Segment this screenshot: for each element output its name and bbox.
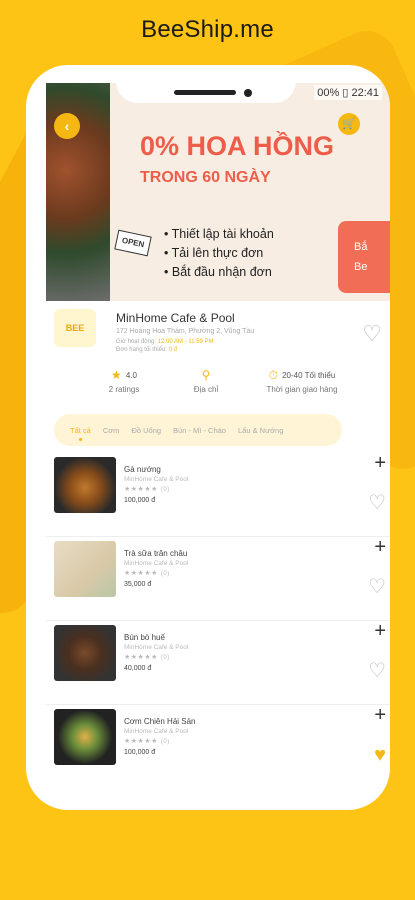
battery-icon: ▯ — [342, 87, 349, 99]
open-sign: OPEN — [114, 229, 152, 257]
stars: ★★★★★ — [124, 738, 158, 745]
dish-shop: MinHome Cafe & Pool — [124, 728, 189, 735]
brand-title: BeeShip.me — [141, 16, 274, 43]
menu-item[interactable]: Bún bò huế MinHome Cafe & Pool ★★★★★ (0) … — [46, 621, 390, 705]
dish-shop: MinHome Cafe & Pool — [124, 476, 189, 483]
dish-name: Cơm Chiên Hải Sản — [124, 717, 196, 726]
timer-icon: ⏱ — [268, 368, 279, 382]
shop-info: BEE MinHome Cafe & Pool 172 Hoàng Hoa Th… — [46, 301, 390, 353]
banner-cta-button[interactable]: Bắ Be — [338, 221, 390, 293]
shop-stats: ★ 4.0 2 ratings ⚲ Địa chỉ ⏱ 20-40 Tối th… — [46, 367, 390, 403]
tab-all[interactable]: Tất cả — [70, 426, 91, 441]
cart-icon[interactable]: 🛒 — [338, 113, 360, 135]
star-icon: ★ — [111, 368, 122, 382]
battery-level: 00% — [317, 87, 340, 99]
banner-food-image — [46, 83, 110, 301]
favorite-heart-icon[interactable]: ♡ — [368, 577, 386, 597]
dish-price: 100,000 đ — [124, 749, 156, 756]
delivery-label: Thời gian giao hàng — [266, 385, 338, 394]
rating-stat: ★ 4.0 2 ratings — [94, 367, 154, 394]
location-pin-icon: ⚲ — [201, 368, 211, 382]
dish-price: 40,000 đ — [124, 665, 152, 672]
dish-rating: ★★★★★ (0) — [124, 653, 170, 661]
banner-bullet: Bắt đầu nhận đơn — [164, 263, 274, 282]
favorite-heart-icon[interactable]: ♥ — [374, 745, 386, 765]
shop-favorite-heart-icon[interactable]: ♡ — [362, 323, 382, 345]
menu-list: Gà nướng MinHome Cafe & Pool ★★★★★ (0) 10… — [46, 453, 390, 789]
address-label: Địa chỉ — [193, 385, 219, 394]
banner-bullets: Thiết lập tài khoản Tải lên thực đơn Bắt… — [164, 225, 274, 282]
back-icon[interactable]: ‹ — [54, 113, 80, 139]
banner-subtitle: TRONG 60 NGÀY — [140, 169, 271, 186]
dish-rating: ★★★★★ (0) — [124, 737, 170, 745]
dish-rating: ★★★★★ (0) — [124, 569, 170, 577]
phone-notch — [116, 65, 296, 103]
speaker — [174, 90, 236, 95]
delivery-stat: ⏱ 20-40 Tối thiểu Thời gian giao hàng — [254, 367, 350, 394]
dish-name: Gà nướng — [124, 465, 161, 474]
menu-item[interactable]: Gà nướng MinHome Cafe & Pool ★★★★★ (0) 10… — [46, 453, 390, 537]
shop-hours-label: Giờ hoạt động: — [116, 339, 156, 345]
promo-banner[interactable]: OPEN 0% HOA HỒNG TRONG 60 NGÀY Thiết lập… — [46, 83, 390, 301]
stars: ★★★★★ — [124, 654, 158, 661]
banner-cta-line: Bắ — [354, 241, 368, 253]
menu-item[interactable]: Cơm Chiên Hải Sản MinHome Cafe & Pool ★★… — [46, 705, 390, 789]
shop-logo: BEE — [54, 309, 96, 347]
menu-item[interactable]: Trà sữa trân châu MinHome Cafe & Pool ★★… — [46, 537, 390, 621]
dish-name: Trà sữa trân châu — [124, 549, 188, 558]
stars: ★★★★★ — [124, 570, 158, 577]
dish-image — [54, 457, 116, 513]
shop-address: 172 Hoàng Hoa Thám, Phường 2, Vũng Tàu — [116, 328, 255, 335]
address-stat[interactable]: ⚲ Địa chỉ — [176, 367, 236, 394]
dish-price: 100,000 đ — [124, 497, 156, 504]
dish-shop: MinHome Cafe & Pool — [124, 560, 189, 567]
tab-rice[interactable]: Cơm — [103, 426, 120, 435]
favorite-heart-icon[interactable]: ♡ — [368, 493, 386, 513]
shop-hours: Giờ hoạt động: 12:00 AM - 11:59 PM — [116, 339, 214, 345]
banner-bullet: Thiết lập tài khoản — [164, 225, 274, 244]
delivery-time: 20-40 Tối thiểu — [282, 370, 336, 380]
add-to-cart-icon[interactable]: + — [374, 453, 386, 473]
rating-count: (0) — [160, 487, 170, 493]
dish-rating: ★★★★★ (0) — [124, 485, 170, 493]
dish-image — [54, 541, 116, 597]
dish-name: Bún bò huế — [124, 633, 165, 642]
shop-name: MinHome Cafe & Pool — [116, 311, 235, 325]
ratings-count: 2 ratings — [108, 385, 140, 394]
add-to-cart-icon[interactable]: + — [374, 705, 386, 725]
add-to-cart-icon[interactable]: + — [374, 621, 386, 641]
shop-hours-value: 12:00 AM - 11:59 PM — [157, 339, 214, 345]
stars: ★★★★★ — [124, 486, 158, 493]
favorite-heart-icon[interactable]: ♡ — [368, 661, 386, 681]
banner-bullet: Tải lên thực đơn — [164, 244, 274, 263]
clock: 22:41 — [351, 87, 379, 99]
rating-value: 4.0 — [125, 370, 137, 380]
shop-min-order: Đơn hàng tối thiểu: 0 đ — [116, 347, 177, 353]
rating-count: (0) — [160, 571, 170, 577]
dish-price: 35,000 đ — [124, 581, 152, 588]
dish-image — [54, 709, 116, 765]
banner-title: 0% HOA HỒNG — [140, 131, 335, 161]
banner-cta-line: Be — [354, 261, 368, 273]
tab-hotpot-grill[interactable]: Lẩu & Nướng — [238, 426, 283, 435]
status-bar: 00% ▯ 22:41 — [314, 85, 382, 100]
tab-drinks[interactable]: Đồ Uống — [131, 426, 161, 435]
rating-count: (0) — [160, 739, 170, 745]
rating-count: (0) — [160, 655, 170, 661]
camera-dot — [244, 89, 252, 97]
phone-frame: 00% ▯ 22:41 OPEN 0% HOA HỒNG TRONG 60 NG… — [26, 65, 390, 810]
shop-min-value: 0 đ — [168, 347, 177, 353]
category-tabs: Tất cả Cơm Đồ Uống Bún - Mì - Cháo Lẩu &… — [54, 414, 342, 446]
shop-min-label: Đơn hàng tối thiểu: — [116, 347, 167, 353]
add-to-cart-icon[interactable]: + — [374, 537, 386, 557]
dish-shop: MinHome Cafe & Pool — [124, 644, 189, 651]
dish-image — [54, 625, 116, 681]
tab-noodles[interactable]: Bún - Mì - Cháo — [173, 426, 226, 435]
